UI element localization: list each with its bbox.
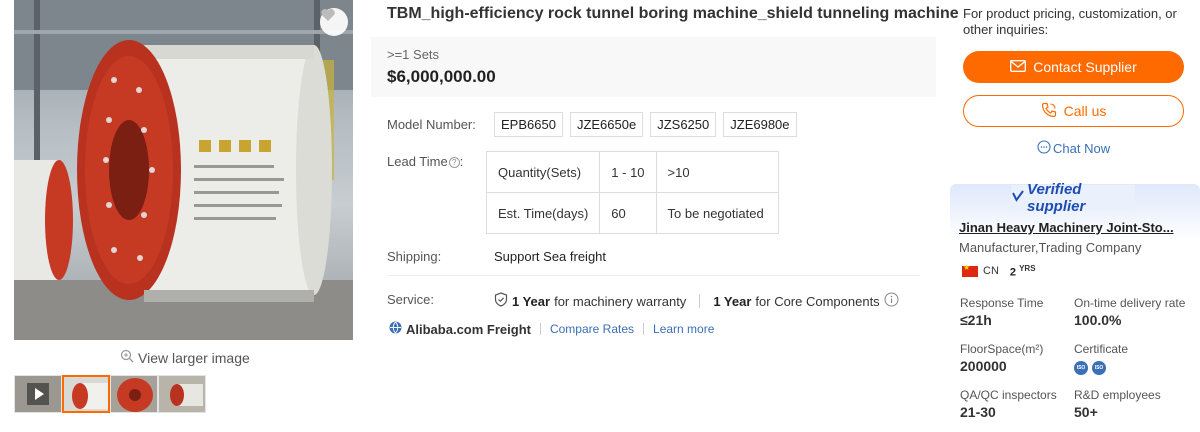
help-icon[interactable]: ? <box>448 157 460 169</box>
verified-supplier-badge: Verified supplier <box>1011 181 1135 215</box>
stat-value: 21-30 <box>960 404 996 420</box>
lead-time-table: Quantity(Sets) 1 - 10 >10 Est. Time(days… <box>485 151 779 234</box>
iso-certificate-icon[interactable]: ISO <box>1074 361 1088 375</box>
supplier-panel: For product pricing, customization, or o… <box>950 0 1200 432</box>
contact-supplier-button[interactable]: Contact Supplier <box>963 51 1184 83</box>
price-value: $6,000,000.00 <box>387 67 496 86</box>
freight-row: Alibaba.com Freight Compare Rates Learn … <box>389 321 714 337</box>
lead-time-label: Lead Time?: <box>387 154 464 169</box>
table-row: Quantity(Sets) 1 - 10 >10 <box>485 151 779 193</box>
product-gallery: View larger image <box>14 0 354 432</box>
service-details: 1 Year for machinery warranty 1 Year for… <box>494 292 899 310</box>
core-years: 1 Year <box>713 293 752 309</box>
stat-label: Certificate <box>1074 342 1129 356</box>
price-box: >=1 Sets $6,000,000.00 <box>371 37 936 97</box>
compare-rates-link[interactable]: Compare Rates <box>550 322 634 336</box>
call-us-button[interactable]: Call us <box>963 95 1184 127</box>
warranty-text: for machinery warranty <box>554 293 687 309</box>
thumbnail-image-1[interactable] <box>62 375 110 413</box>
supplier-name-link[interactable]: Jinan Heavy Machinery Joint-Sto... <box>959 220 1184 235</box>
shield-check-icon <box>494 292 508 310</box>
chat-now-label: Chat Now <box>1053 141 1111 156</box>
view-larger-image-link[interactable]: View larger image <box>120 349 250 366</box>
stat-value: 100.0% <box>1074 312 1122 328</box>
separator <box>643 323 645 335</box>
stat-label: Response Time <box>960 296 1044 310</box>
model-option[interactable]: EPB6650 <box>494 112 563 137</box>
separator <box>539 323 541 335</box>
floorspace-stat: FloorSpace(m²) 200000 <box>960 342 1043 374</box>
freight-brand: Alibaba.com Freight <box>406 321 531 337</box>
phone-icon <box>1041 102 1057 121</box>
product-info: TBM_high-efficiency rock tunnel boring m… <box>371 0 959 432</box>
thumbnail-video[interactable] <box>14 375 62 413</box>
stat-label: FloorSpace(m²) <box>960 342 1044 356</box>
contact-supplier-label: Contact Supplier <box>1033 59 1137 75</box>
table-cell: Est. Time(days) <box>485 192 601 234</box>
rd-employees-stat: R&D employees 50+ <box>1074 388 1161 420</box>
model-number-label: Model Number: <box>387 117 476 132</box>
thumbnail-image-2[interactable] <box>110 375 158 413</box>
favorite-heart-icon[interactable] <box>320 8 348 36</box>
main-product-image[interactable] <box>14 0 353 340</box>
thumbnail-image-3[interactable] <box>158 375 206 413</box>
ontime-delivery-stat: On-time delivery rate 100.0% <box>1074 296 1185 328</box>
chat-now-link[interactable]: Chat Now <box>1037 140 1110 157</box>
stat-label: On-time delivery rate <box>1074 296 1186 310</box>
separator <box>699 294 701 308</box>
certificate-stat: Certificate ISO ISO <box>1074 342 1128 375</box>
shipping-label: Shipping: <box>387 249 442 264</box>
price-quantity: >=1 Sets <box>387 47 440 62</box>
table-cell: Quantity(Sets) <box>485 151 601 193</box>
model-number-options: EPB6650 JZE6650e JZS6250 JZE6980e <box>494 112 797 137</box>
play-icon <box>15 376 61 412</box>
warranty-years: 1 Year <box>512 293 551 309</box>
years-badge: 2 YRS <box>1010 264 1036 279</box>
china-flag-icon <box>962 263 978 277</box>
model-option[interactable]: JZS6250 <box>650 112 717 137</box>
supplier-type: Manufacturer,Trading Company <box>959 240 1142 255</box>
product-title: TBM_high-efficiency rock tunnel boring m… <box>387 5 959 22</box>
certificate-icons: ISO ISO <box>1074 361 1128 375</box>
years-value: 2 <box>1009 266 1017 279</box>
mail-icon <box>1010 59 1027 75</box>
lead-time-label-text: Lead Time <box>387 154 448 169</box>
call-us-label: Call us <box>1063 103 1107 119</box>
divider <box>387 275 920 276</box>
iso-certificate-icon[interactable]: ISO <box>1092 361 1106 375</box>
qa-inspectors-stat: QA/QC inspectors 21-30 <box>960 388 1057 420</box>
zoom-icon <box>120 349 134 366</box>
years-unit: YRS <box>1019 264 1036 273</box>
stat-label: R&D employees <box>1074 388 1161 402</box>
view-larger-label: View larger image <box>138 349 250 366</box>
verified-supplier-label: Verified supplier <box>1027 181 1086 215</box>
model-option[interactable]: JZE6650e <box>569 112 644 137</box>
supplier-card: Verified supplier Jinan Heavy Machinery … <box>950 181 1200 432</box>
learn-more-link[interactable]: Learn more <box>653 322 714 336</box>
stat-label: QA/QC inspectors <box>960 388 1057 402</box>
table-row: Est. Time(days) 60 To be negotiated <box>485 192 779 234</box>
stat-value: ≤21h <box>960 312 992 328</box>
supplier-country: CN 2 YRS <box>962 263 1036 279</box>
info-icon[interactable] <box>884 292 899 310</box>
thumbnail-strip <box>14 375 206 413</box>
stat-value: 200000 <box>960 358 1007 374</box>
chat-icon <box>1037 140 1051 157</box>
verified-check-icon <box>1011 189 1025 207</box>
stat-value: 50+ <box>1074 404 1098 420</box>
table-cell: To be negotiated <box>655 192 779 234</box>
core-text: for Core Components <box>755 293 880 309</box>
shipping-value: Support Sea freight <box>494 249 607 264</box>
inquiry-text: For product pricing, customization, or o… <box>963 6 1177 37</box>
response-time-stat: Response Time ≤21h <box>960 296 1043 328</box>
table-cell: 1 - 10 <box>599 151 657 193</box>
alibaba-globe-icon <box>389 321 402 337</box>
service-label: Service: <box>387 292 434 307</box>
table-cell: >10 <box>655 151 779 193</box>
model-option[interactable]: JZE6980e <box>723 112 797 137</box>
country-code: CN <box>983 265 999 278</box>
table-cell: 60 <box>599 192 657 234</box>
